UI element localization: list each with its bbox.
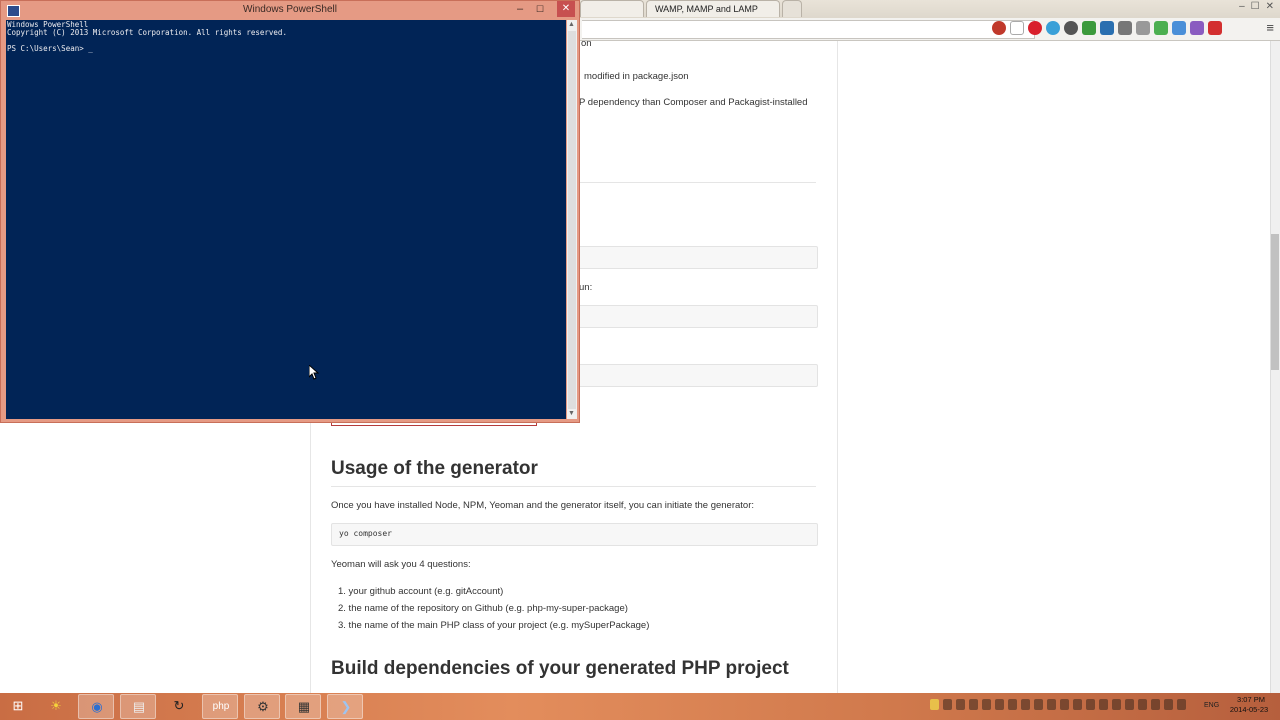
tray-icon[interactable] xyxy=(943,699,952,710)
php-app-icon: php xyxy=(212,701,230,712)
system-tray xyxy=(930,699,1186,710)
partial-text-2: modified in package.json xyxy=(584,71,689,82)
film-app-icon: ▦ xyxy=(297,699,311,714)
browser-tab-1[interactable] xyxy=(580,0,644,17)
opera-icon[interactable] xyxy=(1028,21,1042,35)
powershell-window[interactable]: Windows PowerShell – ☐ ✕ Windows PowerSh… xyxy=(0,0,580,423)
tray-icon[interactable] xyxy=(1021,699,1030,710)
browser-toolbar: ≡ xyxy=(580,18,1280,41)
clock-time[interactable]: 3:07 PM xyxy=(1231,695,1271,704)
taskbar-app-browser[interactable]: ◉ xyxy=(78,694,114,719)
powershell-maximize-button[interactable]: ☐ xyxy=(536,4,544,15)
usage-code-block: yo composer xyxy=(331,523,818,546)
taskbar-app-film[interactable]: ▦ xyxy=(285,694,321,719)
taskbar-app-1[interactable]: ☀ xyxy=(38,694,74,719)
new-tab-button[interactable] xyxy=(782,0,802,17)
refresh-icon[interactable] xyxy=(1064,21,1078,35)
stop-icon[interactable] xyxy=(992,21,1006,35)
console-line: Copyright (C) 2013 Microsoft Corporation… xyxy=(7,28,287,37)
taskbar-app-php[interactable]: php xyxy=(202,694,238,719)
sun-app-icon: ☀ xyxy=(50,698,62,713)
jb-icon[interactable] xyxy=(1172,21,1186,35)
tray-icon[interactable] xyxy=(956,699,965,710)
console-prompt[interactable]: PS C:\Users\Sean> _ xyxy=(7,44,93,53)
tray-icon[interactable] xyxy=(1060,699,1069,710)
build-heading: Build dependencies of your generated PHP… xyxy=(331,658,789,679)
browser-minimize-button[interactable]: – xyxy=(1239,1,1245,12)
powershell-close-button[interactable]: ✕ xyxy=(557,1,575,17)
powershell-app-icon: ❯ xyxy=(340,699,352,714)
arrow-icon[interactable] xyxy=(1190,21,1204,35)
taskbar-app-powershell[interactable]: ❯ xyxy=(327,694,363,719)
usage-intro: Once you have installed Node, NPM, Yeoma… xyxy=(331,500,755,511)
usage-heading-rule xyxy=(331,486,816,487)
taskbar-app-explorer[interactable]: ▤ xyxy=(120,694,156,719)
tray-icon[interactable] xyxy=(1151,699,1160,710)
partial-text-3: P dependency than Composer and Packagist… xyxy=(579,97,808,108)
browser-window-controls: – ☐ ✕ xyxy=(1239,1,1274,12)
tray-icon[interactable] xyxy=(1177,699,1186,710)
powershell-minimize-button[interactable]: – xyxy=(517,3,523,15)
browser-maximize-button[interactable]: ☐ xyxy=(1251,1,1260,12)
tray-icon[interactable] xyxy=(930,699,939,710)
extension-icons xyxy=(992,21,1222,35)
list-item: 2. the name of the repository on Github … xyxy=(338,603,628,614)
powershell-console[interactable]: Windows PowerShell Copyright (C) 2013 Mi… xyxy=(6,20,566,419)
tray-icon[interactable] xyxy=(1138,699,1147,710)
language-indicator[interactable]: ENG xyxy=(1204,702,1219,709)
file-explorer-icon: ▤ xyxy=(132,699,146,714)
start-button[interactable]: ⊞ xyxy=(0,694,36,719)
address-bar[interactable] xyxy=(582,20,1035,39)
v-icon[interactable] xyxy=(1100,21,1114,35)
sync-app-icon: ↻ xyxy=(173,698,185,713)
star-icon[interactable] xyxy=(1010,21,1024,35)
swirl-icon[interactable] xyxy=(1046,21,1060,35)
tool-app-icon: ⚙ xyxy=(257,699,269,714)
tray-icon[interactable] xyxy=(1099,699,1108,710)
tray-icon[interactable] xyxy=(1112,699,1121,710)
scroll-down-arrow-icon[interactable]: ▼ xyxy=(568,410,575,417)
tray-icon[interactable] xyxy=(1125,699,1134,710)
powershell-title-bar[interactable]: Windows PowerShell – ☐ ✕ xyxy=(1,1,579,19)
menu-icon[interactable]: ≡ xyxy=(1266,20,1274,35)
list-item: 1. your github account (e.g. gitAccount) xyxy=(338,586,504,597)
tray-icon[interactable] xyxy=(1164,699,1173,710)
scroll-up-arrow-icon[interactable]: ▲ xyxy=(568,21,575,28)
tray-icon[interactable] xyxy=(995,699,1004,710)
browser-tab-wamp[interactable]: WAMP, MAMP and LAMP xyxy=(646,0,780,17)
mouse-cursor-icon xyxy=(309,365,319,380)
tray-icon[interactable] xyxy=(1047,699,1056,710)
tray-icon[interactable] xyxy=(969,699,978,710)
usage-heading: Usage of the generator xyxy=(331,458,538,479)
windows-start-icon: ⊞ xyxy=(12,698,24,713)
powershell-title: Windows PowerShell xyxy=(243,4,337,15)
browser-app-icon: ◉ xyxy=(91,699,103,714)
usage-code: yo composer xyxy=(339,529,392,538)
taskbar-app-sync[interactable]: ↻ xyxy=(161,694,197,719)
tray-icon[interactable] xyxy=(1008,699,1017,710)
flag-icon[interactable] xyxy=(1208,21,1222,35)
clock-date[interactable]: 2014-05-23 xyxy=(1226,705,1272,714)
questions-intro: Yeoman will ask you 4 questions: xyxy=(331,559,471,570)
taskbar: ⊞ ☀ ◉ ▤ ↻ php ⚙ ▦ ❯ ENG 3:07 PM 2014-05-… xyxy=(0,693,1280,720)
s-icon[interactable] xyxy=(1118,21,1132,35)
evernote-icon[interactable] xyxy=(1154,21,1168,35)
tray-icon[interactable] xyxy=(1073,699,1082,710)
tray-icon[interactable] xyxy=(982,699,991,710)
powershell-scrollbar-thumb[interactable] xyxy=(568,31,576,409)
window-icon[interactable] xyxy=(1136,21,1150,35)
tray-icon[interactable] xyxy=(1086,699,1095,710)
taskbar-app-tool[interactable]: ⚙ xyxy=(244,694,280,719)
partial-text-4: un: xyxy=(579,282,593,293)
browser-close-button[interactable]: ✕ xyxy=(1266,1,1274,12)
partial-text-1: on xyxy=(581,41,592,49)
page-scrollbar-thumb[interactable] xyxy=(1271,234,1279,370)
tab-strip: WAMP, MAMP and LAMP xyxy=(580,0,804,17)
list-item: 3. the name of the main PHP class of you… xyxy=(338,620,650,631)
gear-icon[interactable] xyxy=(1082,21,1096,35)
tray-icon[interactable] xyxy=(1034,699,1043,710)
